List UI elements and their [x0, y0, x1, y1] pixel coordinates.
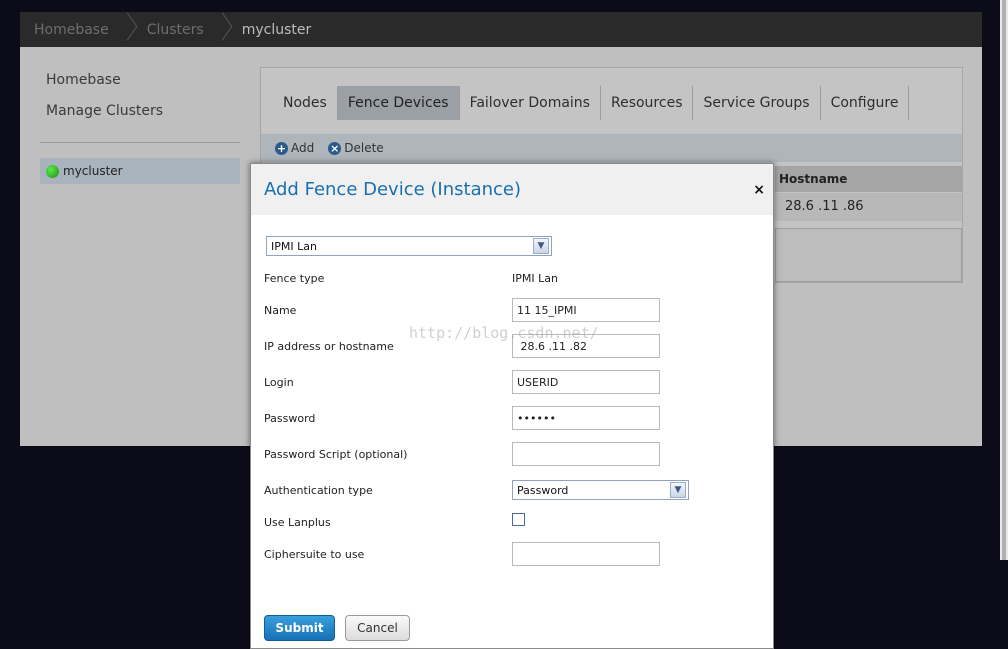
- cluster-name: mycluster: [63, 164, 123, 178]
- name-label: Name: [264, 304, 297, 317]
- delete-button[interactable]: × Delete: [328, 141, 384, 155]
- breadcrumb: Homebase Clusters mycluster: [20, 12, 982, 47]
- password-input[interactable]: [512, 406, 660, 430]
- tab-nodes[interactable]: Nodes: [273, 86, 338, 120]
- hostname-column-header[interactable]: Hostname: [775, 166, 962, 192]
- sidebar-divider: [40, 142, 240, 143]
- dialog-header: Add Fence Device (Instance) ×: [251, 164, 773, 215]
- auth-type-select-value: Password: [517, 483, 569, 497]
- add-fence-device-dialog: Add Fence Device (Instance) × IPMI Lan ▼…: [250, 163, 774, 649]
- fence-device-select[interactable]: IPMI Lan ▼: [266, 236, 552, 256]
- breadcrumb-current: mycluster: [241, 21, 312, 38]
- ip-label: IP address or hostname: [264, 340, 394, 353]
- breadcrumb-clusters[interactable]: Clusters: [133, 12, 218, 47]
- sidebar-item-cluster[interactable]: mycluster: [40, 158, 240, 184]
- tab-service-groups[interactable]: Service Groups: [693, 86, 821, 120]
- lanplus-checkbox[interactable]: [512, 513, 525, 526]
- tab-fence-devices[interactable]: Fence Devices: [337, 86, 460, 120]
- ip-address-input[interactable]: [512, 334, 660, 358]
- add-label: Add: [291, 141, 315, 155]
- password-script-label: Password Script (optional): [264, 448, 408, 461]
- lanplus-label: Use Lanplus: [264, 516, 331, 529]
- chevron-down-icon: ▼: [670, 482, 686, 498]
- x-icon: ×: [328, 141, 342, 155]
- login-input[interactable]: [512, 370, 660, 394]
- breadcrumb-homebase[interactable]: Homebase: [20, 12, 123, 47]
- ciphersuite-label: Ciphersuite to use: [264, 548, 365, 561]
- tab-resources[interactable]: Resources: [601, 86, 694, 120]
- breadcrumb-chevron-icon: [123, 12, 133, 47]
- sidebar-item-manage-clusters[interactable]: Manage Clusters: [46, 103, 163, 121]
- tab-bar: Nodes Fence Devices Failover Domains Res…: [273, 86, 910, 120]
- name-input[interactable]: [512, 298, 660, 322]
- details-box: [775, 228, 962, 282]
- plus-icon: +: [275, 141, 288, 155]
- fence-type-label: Fence type: [264, 272, 325, 285]
- auth-type-select[interactable]: Password ▼: [512, 480, 689, 500]
- status-ok-icon: [46, 164, 59, 178]
- password-script-input[interactable]: [512, 442, 660, 466]
- submit-button[interactable]: Submit: [264, 615, 335, 641]
- add-button[interactable]: + Add: [275, 141, 314, 155]
- fence-device-select-value: IPMI Lan: [271, 239, 317, 253]
- scrollbar[interactable]: [1000, 0, 1008, 560]
- tab-failover-domains[interactable]: Failover Domains: [460, 86, 601, 120]
- dialog-title: Add Fence Device (Instance): [264, 179, 522, 200]
- tab-configure[interactable]: Configure: [821, 86, 910, 120]
- toolbar: + Add × Delete: [261, 134, 962, 162]
- close-icon[interactable]: ×: [753, 182, 765, 198]
- hostname-cell: 28.6 .11 .86: [775, 193, 962, 221]
- login-label: Login: [264, 376, 294, 389]
- breadcrumb-chevron-icon: [218, 12, 228, 47]
- sidebar-item-homebase[interactable]: Homebase: [46, 72, 163, 90]
- chevron-down-icon: ▼: [533, 238, 549, 254]
- ciphersuite-input[interactable]: [512, 542, 660, 566]
- auth-type-label: Authentication type: [264, 484, 373, 497]
- fence-type-value: IPMI Lan: [512, 272, 558, 285]
- cancel-button[interactable]: Cancel: [345, 615, 410, 641]
- password-label: Password: [264, 412, 316, 425]
- delete-label: Delete: [344, 141, 384, 155]
- sidebar-nav: Homebase Manage Clusters: [46, 72, 163, 134]
